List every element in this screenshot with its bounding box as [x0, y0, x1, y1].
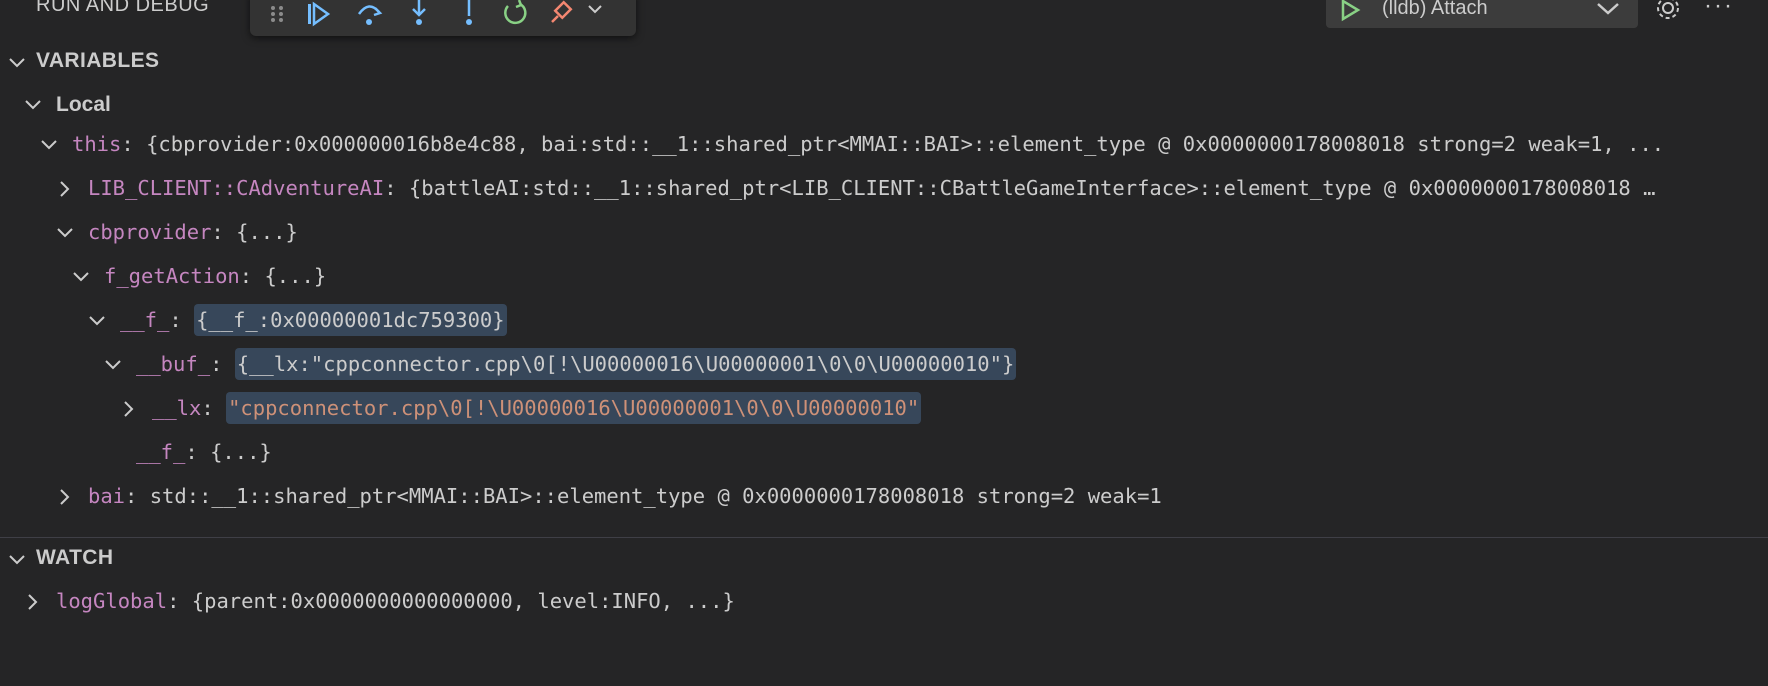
- variable-name: bai: [88, 484, 126, 508]
- view-title: RUN AND DEBUG: [36, 0, 210, 16]
- chevron-down-icon[interactable]: [24, 96, 42, 114]
- variable-row[interactable]: __buf_: {__lx:"cppconnector.cpp\0[!\U000…: [0, 344, 1768, 384]
- separator: :: [384, 176, 409, 200]
- section-divider: [0, 537, 1768, 538]
- separator: :: [239, 264, 265, 288]
- chevron-down-icon[interactable]: [88, 312, 106, 330]
- variable-name: __buf_: [136, 352, 211, 376]
- step-into-icon[interactable]: [404, 0, 434, 28]
- watch-section-header[interactable]: WATCH: [0, 543, 1768, 575]
- step-out-icon[interactable]: [454, 0, 484, 28]
- variable-name: this: [72, 132, 122, 156]
- scope-label: Local: [56, 93, 111, 116]
- separator: :: [125, 484, 150, 508]
- step-over-icon[interactable]: [354, 0, 384, 28]
- gear-icon[interactable]: [1652, 0, 1684, 24]
- separator: :: [210, 352, 235, 376]
- variable-name: __f_: [136, 440, 186, 464]
- watch-value: {parent:0x0000000000000000, level:INFO, …: [191, 589, 735, 613]
- chevron-down-icon[interactable]: [1594, 0, 1622, 20]
- more-actions-icon[interactable]: ···: [1704, 0, 1734, 20]
- variable-value: {...}: [236, 220, 298, 244]
- variable-value: {battleAI:std::__1::shared_ptr<LIB_CLIEN…: [408, 176, 1656, 200]
- continue-icon[interactable]: [302, 0, 332, 28]
- variables-section-title: VARIABLES: [36, 49, 160, 72]
- chevron-right-icon[interactable]: [120, 400, 138, 418]
- variable-row[interactable]: cbprovider: {...}: [0, 212, 1768, 252]
- watch-expression: logGlobal: [56, 589, 168, 613]
- variable-value: {cbprovider:0x000000016b8e4c88, bai:std:…: [146, 132, 1665, 156]
- separator: :: [201, 396, 227, 420]
- debug-view-header: RUN AND DEBUG (lldb) Attach ···: [0, 0, 1768, 36]
- chevron-down-icon[interactable]: [580, 0, 610, 28]
- variable-name: cbprovider: [88, 220, 212, 244]
- separator: :: [167, 589, 192, 613]
- variable-value: {...}: [210, 440, 272, 464]
- variable-row[interactable]: this: {cbprovider:0x000000016b8e4c88, ba…: [0, 124, 1768, 164]
- variable-name: LIB_CLIENT::CAdventureAI: [88, 176, 385, 200]
- separator: :: [211, 220, 237, 244]
- variable-value: {__lx:"cppconnector.cpp\0[!\U00000016\U0…: [234, 348, 1017, 380]
- chevron-down-icon[interactable]: [8, 54, 26, 72]
- variable-name: __lx: [152, 396, 202, 420]
- variable-row[interactable]: __lx: "cppconnector.cpp\0[!\U00000016\U0…: [0, 388, 1768, 428]
- watch-section-title: WATCH: [36, 546, 114, 569]
- chevron-right-icon[interactable]: [56, 488, 74, 506]
- variable-name: __f_: [120, 308, 170, 332]
- separator: :: [185, 440, 211, 464]
- chevron-down-icon[interactable]: [8, 551, 26, 569]
- chevron-down-icon[interactable]: [56, 224, 74, 242]
- variable-value: {...}: [264, 264, 327, 288]
- watch-row[interactable]: logGlobal: {parent:0x0000000000000000, l…: [0, 581, 1768, 621]
- launch-config-label: (lldb) Attach: [1382, 0, 1488, 19]
- variable-row[interactable]: bai: std::__1::shared_ptr<MMAI::BAI>::el…: [0, 476, 1768, 516]
- chevron-right-icon[interactable]: [56, 180, 74, 198]
- variable-row[interactable]: f_getAction: {...}: [0, 256, 1768, 296]
- variable-row[interactable]: __f_: {__f_:0x00000001dc759300}: [0, 300, 1768, 340]
- variables-section-header[interactable]: VARIABLES: [0, 46, 1768, 78]
- variable-row[interactable]: __f_: {...}: [0, 432, 1768, 472]
- chevron-down-icon[interactable]: [40, 136, 58, 154]
- scope-local[interactable]: Local: [0, 84, 1768, 124]
- separator: :: [169, 308, 195, 332]
- variable-value: std::__1::shared_ptr<MMAI::BAI>::element…: [149, 484, 1162, 508]
- variable-name: f_getAction: [104, 264, 240, 288]
- variable-row[interactable]: LIB_CLIENT::CAdventureAI: {battleAI:std:…: [0, 168, 1768, 208]
- start-debugging-icon[interactable]: [1338, 0, 1362, 22]
- disconnect-icon[interactable]: [546, 0, 576, 28]
- launch-config-select[interactable]: (lldb) Attach: [1326, 0, 1638, 28]
- restart-icon[interactable]: [500, 0, 530, 28]
- separator: :: [121, 132, 147, 156]
- chevron-down-icon[interactable]: [104, 356, 122, 374]
- chevron-right-icon[interactable]: [24, 593, 42, 611]
- variable-value: {__f_:0x00000001dc759300}: [194, 304, 507, 336]
- debug-toolbar: [250, 0, 636, 36]
- chevron-down-icon[interactable]: [72, 268, 90, 286]
- variable-value: "cppconnector.cpp\0[!\U00000016\U0000000…: [226, 392, 922, 424]
- drag-handle-icon[interactable]: [262, 0, 292, 28]
